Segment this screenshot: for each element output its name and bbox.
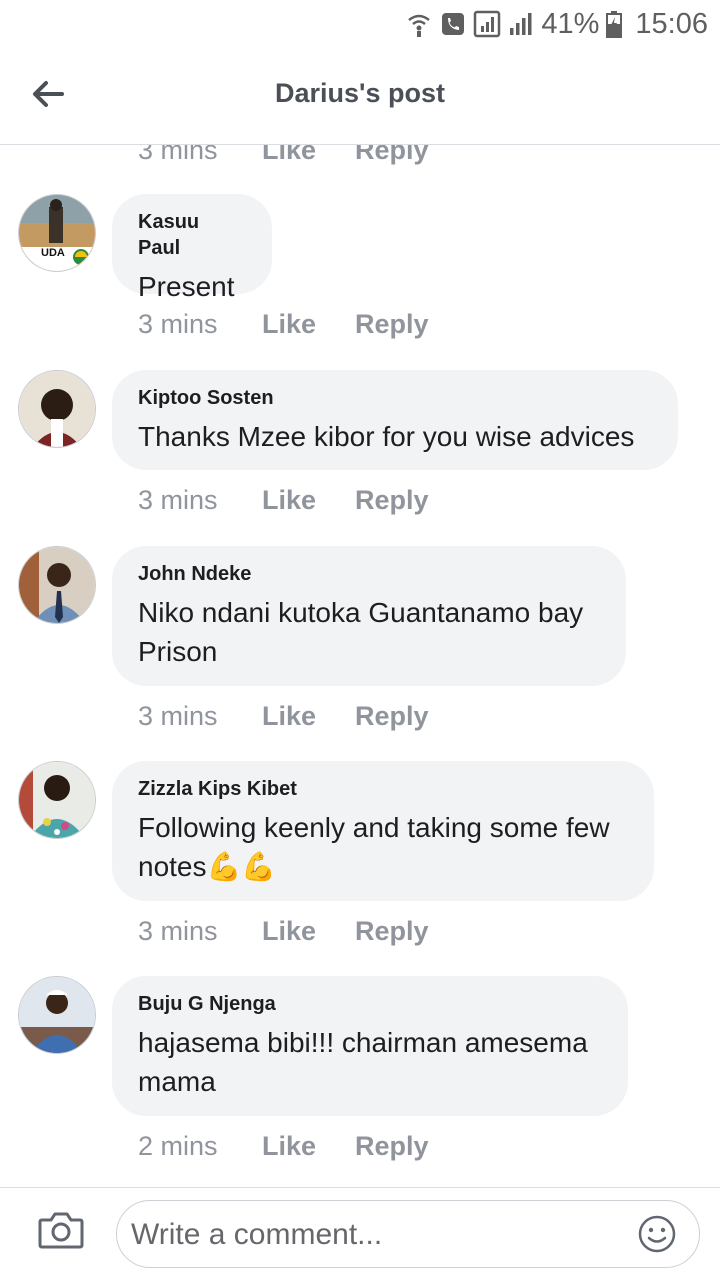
battery-icon — [605, 10, 623, 38]
avatar[interactable]: UDA — [18, 194, 96, 272]
comment-text-line: Prison — [138, 636, 218, 667]
comment-list[interactable]: 3 mins Like Reply UDA Kasuu Paul Present… — [0, 145, 720, 1187]
comment-input[interactable]: Write a comment... — [116, 1200, 700, 1268]
comment-actions: 3 mins Like Reply — [138, 701, 429, 732]
comment-text-line: Following keenly and taking some few — [138, 812, 610, 843]
status-icons: 41% 15:06 — [405, 8, 708, 40]
like-button[interactable]: Like — [262, 485, 355, 516]
comment-time[interactable]: 3 mins — [138, 701, 262, 732]
comment-actions: 3 mins Like Reply — [138, 309, 429, 340]
comment-bubble[interactable]: Buju G Njenga hajasema bibi!!! chairman … — [112, 976, 628, 1116]
comment-bubble[interactable]: Kiptoo Sosten Thanks Mzee kibor for you … — [112, 370, 678, 470]
comment-author[interactable]: Kiptoo Sosten — [138, 385, 652, 411]
reply-button[interactable]: Reply — [355, 485, 429, 516]
reply-button[interactable]: Reply — [355, 916, 429, 947]
comment-text-line: mama — [138, 1066, 216, 1097]
status-bar: 41% 15:06 — [0, 0, 720, 48]
comment-author[interactable]: Buju G Njenga — [138, 991, 602, 1017]
comment-text: Present — [138, 271, 235, 302]
flexed-biceps-icon: 💪💪 — [206, 851, 277, 882]
emoji-button[interactable] — [637, 1214, 677, 1254]
comment-time[interactable]: 3 mins — [138, 309, 262, 340]
signal-icon — [507, 10, 535, 38]
comment-author[interactable]: John Ndeke — [138, 561, 600, 587]
camera-icon — [38, 1212, 84, 1254]
comment-bubble[interactable]: Kasuu Paul Present — [112, 194, 272, 302]
avatar[interactable] — [18, 761, 96, 839]
comment-text: Thanks Mzee kibor for you wise advices — [138, 421, 635, 452]
clock: 15:06 — [635, 7, 708, 40]
comment-actions: 3 mins Like Reply — [138, 916, 429, 947]
comment-text-line: notes💪💪 — [138, 847, 628, 886]
comment-bubble[interactable]: Zizzla Kips Kibet Following keenly and t… — [112, 761, 654, 901]
sim-signal-icon — [473, 10, 501, 38]
like-button[interactable]: Like — [262, 1131, 355, 1162]
app-header: Darius's post — [0, 48, 720, 145]
phone-icon — [439, 10, 467, 38]
reply-button[interactable]: Reply — [355, 145, 429, 166]
reply-button[interactable]: Reply — [355, 309, 429, 340]
like-button[interactable]: Like — [262, 701, 355, 732]
avatar-badge: UDA — [41, 247, 65, 259]
comment-time[interactable]: 3 mins — [138, 485, 262, 516]
avatar[interactable] — [18, 976, 96, 1054]
comment-actions: 3 mins Like Reply — [138, 145, 429, 166]
comment-actions: 2 mins Like Reply — [138, 1131, 429, 1162]
comment-time[interactable]: 3 mins — [138, 145, 262, 166]
battery-percent: 41% — [541, 7, 600, 40]
comment-text: Following keenly and taking some few not… — [138, 808, 628, 886]
like-button[interactable]: Like — [262, 916, 355, 947]
comment-composer: Write a comment... — [0, 1187, 720, 1281]
comment-time[interactable]: 2 mins — [138, 1131, 262, 1162]
comment-text: Niko ndani kutoka Guantanamo bay Prison — [138, 593, 600, 671]
like-button[interactable]: Like — [262, 145, 355, 166]
comment-input-placeholder: Write a comment... — [131, 1218, 383, 1251]
smiley-icon — [637, 1215, 677, 1258]
comment-author[interactable]: Zizzla Kips Kibet — [138, 776, 628, 802]
reply-button[interactable]: Reply — [355, 701, 429, 732]
comment-text-fragment: notes — [138, 851, 207, 882]
comment-bubble[interactable]: John Ndeke Niko ndani kutoka Guantanamo … — [112, 546, 626, 686]
comment-text-line: Niko ndani kutoka Guantanamo bay — [138, 597, 584, 628]
like-button[interactable]: Like — [262, 309, 355, 340]
comment-author[interactable]: Kasuu Paul — [138, 209, 246, 261]
comment-actions: 3 mins Like Reply — [138, 485, 429, 516]
page-title: Darius's post — [275, 78, 445, 108]
reply-button[interactable]: Reply — [355, 1131, 429, 1162]
camera-button[interactable] — [38, 1210, 84, 1256]
comment-text-line: hajasema bibi!!! chairman amesema — [138, 1027, 588, 1058]
comment-time[interactable]: 3 mins — [138, 916, 262, 947]
avatar[interactable] — [18, 546, 96, 624]
comment-text: hajasema bibi!!! chairman amesema mama — [138, 1023, 602, 1101]
avatar[interactable] — [18, 370, 96, 448]
wifi-calling-icon — [405, 10, 433, 38]
